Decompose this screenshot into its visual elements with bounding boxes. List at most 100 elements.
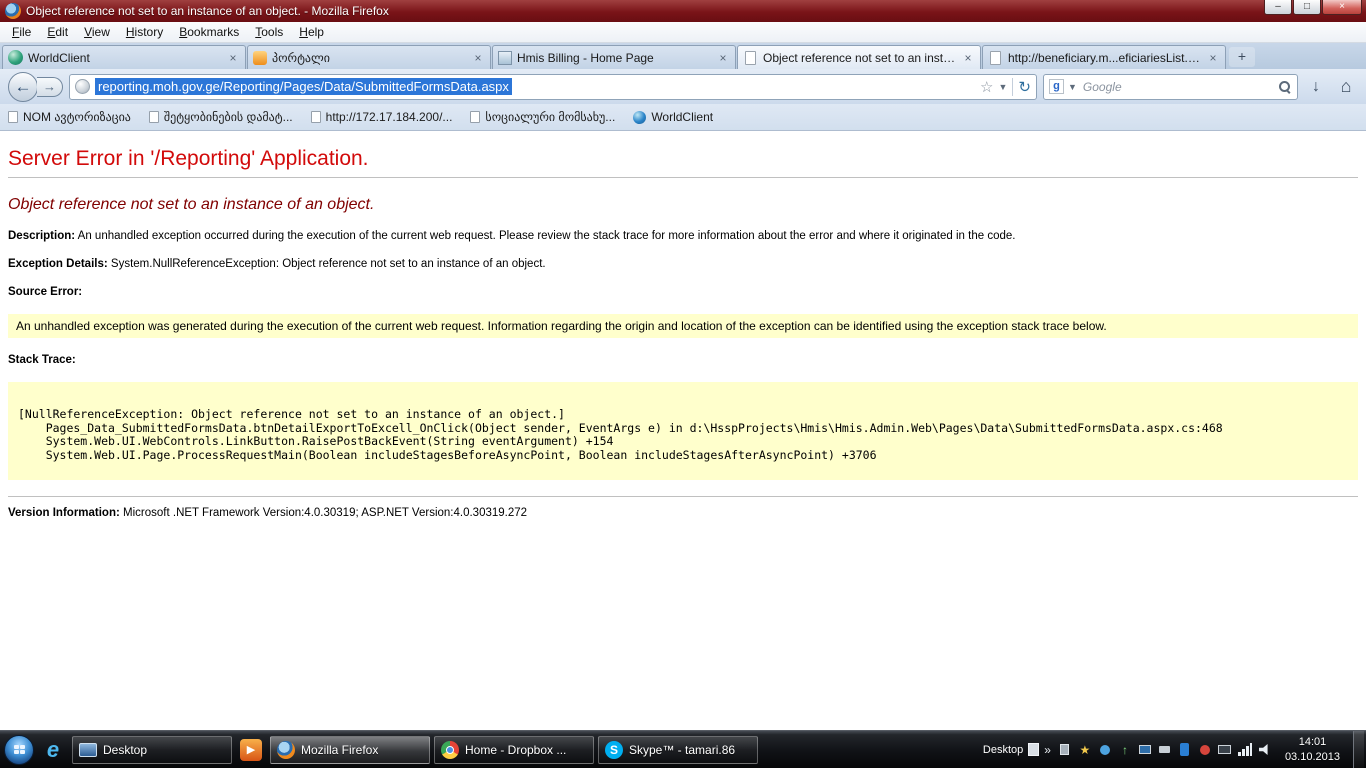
taskbar: e Desktop ▶ Mozilla Firefox Home - Dropb… — [0, 730, 1366, 768]
usb-tray-icon[interactable] — [1158, 743, 1172, 757]
stack-line: Pages_Data_SubmittedFormsData.btnDetailE… — [18, 422, 1348, 436]
exception-row: Exception Details: System.NullReferenceE… — [8, 258, 1358, 270]
windows-flag-icon — [14, 745, 25, 754]
tab-portal[interactable]: პორტალი × — [247, 45, 491, 69]
start-button[interactable] — [4, 735, 34, 765]
stack-trace-box: [NullReferenceException: Object referenc… — [8, 382, 1358, 480]
url-text-selected: reporting.moh.gov.ge/Reporting/Pages/Dat… — [95, 78, 512, 95]
display-tray-icon[interactable] — [1138, 743, 1152, 757]
divider — [8, 177, 1358, 178]
search-icon[interactable] — [1278, 80, 1292, 94]
firefox-window: Object reference not set to an instance … — [0, 0, 1366, 768]
description-row: Description: An unhandled exception occu… — [8, 230, 1358, 242]
menu-file[interactable]: File — [4, 23, 39, 41]
source-error-text: An unhandled exception was generated dur… — [16, 319, 1107, 333]
menu-edit[interactable]: Edit — [39, 23, 76, 41]
new-tab-button[interactable]: + — [1229, 47, 1255, 67]
update-tray-icon[interactable]: ↑ — [1118, 743, 1132, 757]
messenger-tray-icon[interactable] — [1198, 743, 1212, 757]
search-input[interactable] — [1081, 79, 1274, 95]
urlbar-dropdown-icon[interactable]: ▼ — [999, 82, 1008, 92]
version-text: Microsoft .NET Framework Version:4.0.303… — [123, 507, 527, 519]
clipboard-tray-icon[interactable] — [1058, 743, 1072, 757]
bookmark-ip-address[interactable]: http://172.17.184.200/... — [311, 110, 453, 124]
maximize-button[interactable]: □ — [1293, 0, 1321, 15]
media-player-icon[interactable]: ▶ — [236, 735, 266, 765]
menu-tools[interactable]: Tools — [247, 23, 291, 41]
menu-bookmarks[interactable]: Bookmarks — [171, 23, 247, 41]
volume-tray-icon[interactable] — [1258, 743, 1272, 757]
taskbar-button-label: Skype™ - tamari.86 — [629, 743, 735, 757]
forward-button[interactable]: → — [37, 77, 63, 97]
bookmark-worldclient[interactable]: WorldClient — [633, 110, 713, 124]
bookmark-favicon — [149, 111, 159, 123]
tab-close-icon[interactable]: × — [1206, 51, 1220, 65]
stack-line: System.Web.UI.Page.ProcessRequestMain(Bo… — [18, 449, 1348, 463]
skype-icon: S — [605, 741, 623, 759]
desktop-toolbar[interactable]: Desktop » — [983, 743, 1051, 757]
source-error-row: Source Error: — [8, 286, 1358, 298]
source-error-box: An unhandled exception was generated dur… — [8, 314, 1358, 338]
bookmark-favicon — [470, 111, 480, 123]
bookmarks-bar: NOM ავტორიზაცია შეტყობინების დამატ... ht… — [0, 104, 1366, 131]
tab-close-icon[interactable]: × — [961, 51, 975, 65]
menu-history[interactable]: History — [118, 23, 171, 41]
divider — [8, 496, 1358, 497]
network-tray-icon[interactable] — [1238, 743, 1252, 757]
tab-close-icon[interactable]: × — [226, 51, 240, 65]
bookmark-star-icon[interactable]: ☆ — [980, 78, 993, 96]
minimize-button[interactable]: – — [1264, 0, 1292, 15]
window-title: Object reference not set to an instance … — [26, 4, 389, 18]
taskbar-button-label: Desktop — [103, 743, 147, 757]
taskbar-button-firefox[interactable]: Mozilla Firefox — [270, 736, 430, 764]
users-tray-icon[interactable] — [1098, 743, 1112, 757]
urlbar-divider — [1012, 78, 1013, 96]
bookmark-notifications[interactable]: შეტყობინების დამატ... — [149, 110, 293, 124]
tab-worldclient[interactable]: WorldClient × — [2, 45, 246, 69]
clock[interactable]: 14:01 03.10.2013 — [1285, 735, 1340, 764]
bookmark-label: http://172.17.184.200/... — [326, 110, 453, 124]
bookmark-label: WorldClient — [651, 110, 713, 124]
bluetooth-tray-icon[interactable] — [1178, 743, 1192, 757]
taskbar-button-skype[interactable]: S Skype™ - tamari.86 — [598, 736, 758, 764]
description-label: Description: — [8, 230, 75, 242]
keyboard-tray-icon[interactable] — [1218, 743, 1232, 757]
chevron-expand-icon[interactable]: » — [1044, 743, 1051, 757]
window-titlebar[interactable]: Object reference not set to an instance … — [0, 0, 1366, 22]
show-desktop-button[interactable] — [1353, 731, 1364, 768]
reload-icon[interactable]: ↻ — [1018, 78, 1031, 96]
stack-line: System.Web.UI.WebControls.LinkButton.Rai… — [18, 435, 1348, 449]
search-box[interactable]: g ▼ — [1043, 74, 1298, 100]
description-text: An unhandled exception occurred during t… — [78, 230, 1016, 242]
engine-dropdown-icon[interactable]: ▼ — [1068, 82, 1077, 92]
tab-close-icon[interactable]: × — [471, 51, 485, 65]
stack-trace-label: Stack Trace: — [8, 354, 76, 366]
version-row: Version Information: Microsoft .NET Fram… — [8, 507, 1358, 519]
close-button[interactable]: × — [1322, 0, 1362, 15]
menu-view[interactable]: View — [76, 23, 118, 41]
taskbar-button-dropbox[interactable]: Home - Dropbox ... — [434, 736, 594, 764]
tab-hmis-billing[interactable]: Hmis Billing - Home Page × — [492, 45, 736, 69]
menu-help[interactable]: Help — [291, 23, 332, 41]
url-bar[interactable]: reporting.moh.gov.ge/Reporting/Pages/Dat… — [69, 74, 1037, 100]
bookmark-social-service[interactable]: სოციალური მომსახუ... — [470, 110, 615, 124]
downloads-icon[interactable]: ↓ — [1304, 78, 1328, 96]
tab-beneficiary[interactable]: http://beneficiary.m...eficiariesList.as… — [982, 45, 1226, 69]
exception-text: System.NullReferenceException: Object re… — [111, 258, 546, 270]
bookmark-nom[interactable]: NOM ავტორიზაცია — [8, 110, 131, 124]
exception-label: Exception Details: — [8, 258, 108, 270]
bookmark-favicon — [8, 111, 18, 123]
internet-explorer-icon[interactable]: e — [38, 735, 68, 765]
chrome-icon — [441, 741, 459, 759]
taskbar-button-desktop[interactable]: Desktop — [72, 736, 232, 764]
play-icon: ▶ — [240, 739, 262, 761]
tab-error-page-active[interactable]: Object reference not set to an instanc..… — [737, 45, 981, 69]
google-engine-icon[interactable]: g — [1049, 79, 1064, 94]
hmis-favicon — [498, 51, 512, 65]
back-button[interactable]: ← — [8, 72, 38, 102]
star-tray-icon[interactable]: ★ — [1078, 743, 1092, 757]
site-identity-icon[interactable] — [75, 79, 90, 94]
home-icon[interactable]: ⌂ — [1334, 76, 1358, 97]
notification-area: Desktop » ★ ↑ 14:01 03.10.2013 — [983, 731, 1366, 768]
tab-close-icon[interactable]: × — [716, 51, 730, 65]
